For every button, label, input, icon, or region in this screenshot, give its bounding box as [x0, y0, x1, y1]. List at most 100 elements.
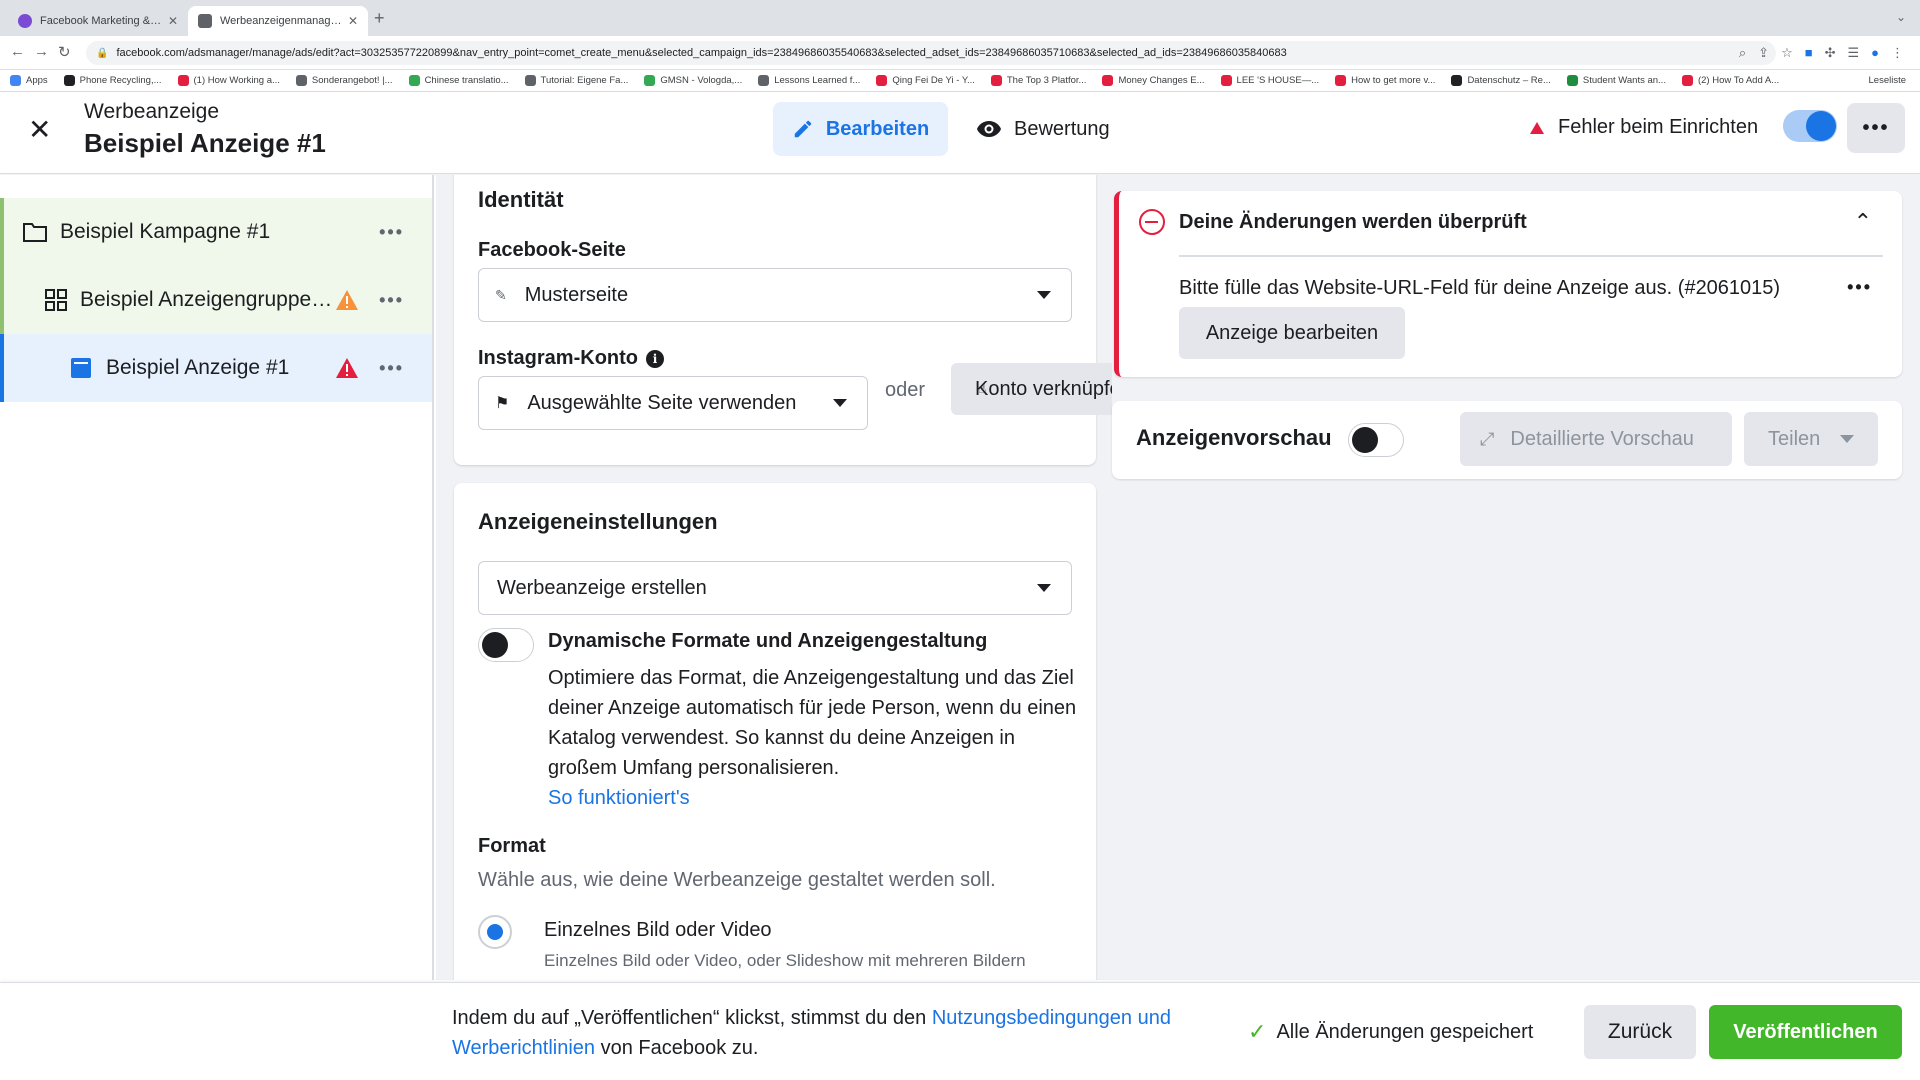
menu-icon[interactable]: ⋮: [1891, 45, 1904, 61]
bookmark-label: The Top 3 Platfor...: [1006, 75, 1087, 86]
format-option-subtitle: Einzelnes Bild oder Video, oder Slidesho…: [544, 951, 1026, 970]
back-button[interactable]: Zurück: [1584, 1005, 1696, 1059]
reading-list-icon[interactable]: ☰: [1847, 45, 1859, 61]
tab-search-icon[interactable]: ⌄: [1896, 10, 1906, 24]
page-title: Beispiel Anzeige #1: [84, 128, 326, 158]
more-icon[interactable]: •••: [379, 290, 404, 311]
browser-tabbar: Facebook Marketing & Werbea ✕ Werbeanzei…: [0, 0, 1920, 36]
header-more-button[interactable]: •••: [1847, 103, 1905, 153]
toggle-knob: [482, 632, 508, 658]
back-icon[interactable]: ←: [10, 43, 25, 60]
bookmark-item[interactable]: How to get more v...: [1335, 75, 1435, 86]
bookmark-item[interactable]: The Top 3 Platfor...: [990, 75, 1087, 86]
bookmark-item[interactable]: Apps: [10, 75, 48, 86]
bookmark-label: Tutorial: Eigene Fa...: [540, 75, 629, 86]
terms-after: von Facebook zu.: [595, 1037, 759, 1059]
bookmark-item[interactable]: Datenschutz – Re...: [1451, 75, 1551, 86]
format-radio-single[interactable]: [478, 915, 512, 949]
bookmark-favicon-icon: [876, 75, 888, 86]
setup-error-status[interactable]: Fehler beim Einrichten: [1530, 116, 1758, 139]
tab-close-icon[interactable]: ✕: [168, 14, 178, 28]
tree-item-ad[interactable]: Beispiel Anzeige #1 •••: [0, 334, 432, 402]
error-circle-icon: [1139, 209, 1165, 235]
zoom-icon[interactable]: ⌕: [1739, 45, 1746, 61]
forward-icon[interactable]: →: [34, 43, 49, 60]
bookmark-favicon-icon: [295, 75, 307, 86]
facebook-page-label: Facebook-Seite: [478, 239, 626, 261]
bookmark-item[interactable]: GMSN - Vologda,...: [644, 75, 742, 86]
bookmark-item[interactable]: Money Changes E...: [1102, 75, 1205, 86]
alert-more-icon[interactable]: •••: [1847, 277, 1872, 298]
bookmark-item[interactable]: LEE 'S HOUSE—...: [1220, 75, 1319, 86]
close-icon[interactable]: ✕: [28, 116, 51, 144]
radio-dot: [487, 924, 503, 940]
connect-account-button[interactable]: Konto verknüpfen: [951, 363, 1112, 415]
ad-creation-select[interactable]: Werbeanzeige erstellen: [478, 561, 1072, 615]
browser-tab-1[interactable]: Facebook Marketing & Werbea ✕: [8, 6, 188, 36]
reading-list[interactable]: Leseliste: [1869, 75, 1907, 86]
instagram-account-value: Ausgewählte Seite verwenden: [527, 391, 797, 414]
bookmark-item[interactable]: Sonderangebot! |...: [295, 75, 393, 86]
bookmark-item[interactable]: Qing Fei De Yi - Y...: [876, 75, 975, 86]
bookmark-label: Student Wants an...: [1582, 75, 1666, 86]
facebook-ext-icon[interactable]: ■: [1805, 45, 1813, 61]
tree-item-adset[interactable]: Beispiel Anzeigengruppe #1 •••: [0, 266, 432, 334]
address-bar[interactable]: 🔒 facebook.com/adsmanager/manage/ads/edi…: [86, 41, 1776, 65]
warning-triangle-icon: [1530, 121, 1544, 134]
bookmark-item[interactable]: Lessons Learned f...: [758, 75, 860, 86]
campaign-tree: Beispiel Kampagne #1 ••• Beispiel Anzeig…: [0, 175, 434, 980]
bookmark-item[interactable]: (2) How To Add A...: [1681, 75, 1780, 86]
browser-tab-2[interactable]: Werbeanzeigenmanager - Wer ✕: [188, 6, 368, 36]
dynamic-formats-toggle[interactable]: [478, 628, 534, 662]
reload-icon[interactable]: ↻: [58, 43, 71, 61]
how-it-works-link[interactable]: So funktioniert's: [548, 787, 690, 810]
bookmark-favicon-icon: [644, 75, 656, 86]
chevron-up-icon[interactable]: ⌃: [1854, 209, 1872, 235]
terms-text: Indem du auf „Veröffentlichen“ klickst, …: [452, 1003, 1232, 1063]
bookmark-item[interactable]: Tutorial: Eigene Fa...: [524, 75, 629, 86]
extensions-icon[interactable]: ✣: [1825, 45, 1836, 61]
caret-down-icon: [1037, 291, 1051, 299]
more-icon[interactable]: •••: [379, 358, 404, 379]
bookmark-favicon-icon: [1566, 75, 1578, 86]
tree-item-campaign[interactable]: Beispiel Kampagne #1 •••: [0, 198, 432, 266]
more-icon[interactable]: •••: [379, 222, 404, 243]
bookmark-item[interactable]: Chinese translatio...: [408, 75, 509, 86]
tab-close-icon[interactable]: ✕: [348, 14, 358, 28]
saved-status: ✓ Alle Änderungen gespeichert: [1248, 1019, 1533, 1045]
edit-button[interactable]: Bearbeiten: [773, 102, 948, 156]
dynamic-formats-description: Optimiere das Format, die Anzeigengestal…: [548, 667, 1077, 779]
star-icon[interactable]: ☆: [1781, 45, 1793, 61]
ad-active-toggle[interactable]: [1783, 110, 1837, 142]
facebook-page-select[interactable]: ✎ Musterseite: [478, 268, 1072, 322]
checkmark-icon: ✓: [1248, 1019, 1267, 1044]
bookmark-favicon-icon: [1451, 75, 1463, 86]
setup-error-label: Fehler beim Einrichten: [1558, 116, 1759, 138]
review-button[interactable]: Bewertung: [976, 102, 1110, 156]
url-text: facebook.com/adsmanager/manage/ads/edit?…: [116, 47, 1287, 59]
profile-avatar[interactable]: ●: [1871, 45, 1879, 61]
new-tab-button[interactable]: +: [374, 8, 385, 29]
publish-button[interactable]: Veröffentlichen: [1709, 1005, 1902, 1059]
saved-label: Alle Änderungen gespeichert: [1276, 1020, 1534, 1043]
ad-settings-card: Anzeigeneinstellungen Werbeanzeige erste…: [454, 483, 1096, 980]
bookmark-item[interactable]: Student Wants an...: [1566, 75, 1666, 86]
facebook-page-value: Musterseite: [524, 283, 629, 306]
tab-favicon-icon: [198, 14, 212, 28]
caret-down-icon: [1840, 435, 1855, 443]
info-icon[interactable]: i: [646, 349, 664, 368]
instagram-account-select[interactable]: ⚑ Ausgewählte Seite verwenden: [478, 376, 868, 430]
share-icon[interactable]: ⇪: [1758, 45, 1769, 61]
app-header: ✕ Werbeanzeige Beispiel Anzeige #1 Bearb…: [0, 92, 1920, 174]
header-subtitle: Werbeanzeige: [84, 100, 220, 123]
browser-actions: ⌕ ⇪ ☆ ■ ✣ ☰ ● ⋮: [1739, 45, 1904, 61]
ad-preview-toggle[interactable]: [1348, 423, 1404, 457]
detailed-preview-button[interactable]: ⤢ Detaillierte Vorschau: [1460, 412, 1732, 466]
bookmark-favicon-icon: [1220, 75, 1232, 86]
bookmark-item[interactable]: Phone Recycling,...: [63, 75, 162, 86]
bookmark-item[interactable]: (1) How Working a...: [177, 75, 280, 86]
share-button[interactable]: Teilen: [1744, 412, 1878, 466]
bookmark-label: (2) How To Add A...: [1697, 75, 1780, 86]
edit-ad-button[interactable]: Anzeige bearbeiten: [1179, 307, 1405, 359]
toggle-knob: [1806, 111, 1836, 141]
